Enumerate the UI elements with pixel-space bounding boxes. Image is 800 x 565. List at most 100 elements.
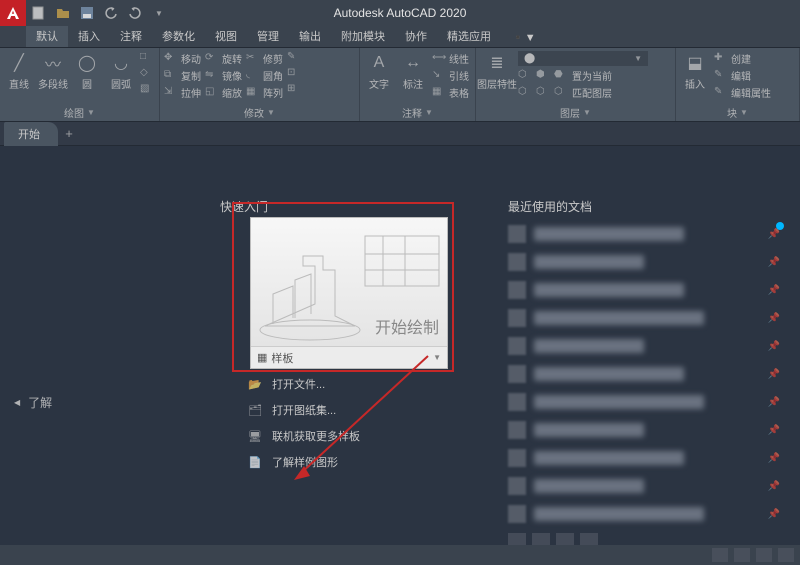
template-selector[interactable]: ▦样板 ▼ <box>251 346 447 368</box>
ribbon-tab-featured[interactable]: 精选应用 <box>437 25 501 47</box>
quickstart-links: 📂打开文件... 🗂打开图纸集... 🖥联机获取更多样板 📄了解样例图形 <box>246 376 360 470</box>
panel-modify-title: 修改▼ <box>164 104 355 121</box>
draw-small-1[interactable]: □ <box>140 51 154 65</box>
status-menu-icon[interactable] <box>778 548 794 562</box>
learn-nav[interactable]: ◀ 了解 <box>14 394 52 411</box>
fillet-button[interactable]: ◟圆角 <box>246 68 283 83</box>
new-tab-button[interactable]: + <box>58 126 80 141</box>
list-item[interactable]: 📌 <box>508 393 780 411</box>
dimension-button[interactable]: ↔标注 <box>398 51 428 91</box>
modify-ex2[interactable]: ⊡ <box>287 67 301 81</box>
list-item[interactable]: 📌 <box>508 225 780 243</box>
ribbon-tab-more[interactable]: ▪️▼ <box>501 28 546 47</box>
circle-button[interactable]: ◯圆 <box>72 51 102 91</box>
rotate-button[interactable]: ⟳旋转 <box>205 51 242 66</box>
folder-icon: 📂 <box>246 377 264 391</box>
pin-icon[interactable]: 📌 <box>768 341 780 352</box>
ribbon-tab-parametric[interactable]: 参数化 <box>152 25 205 47</box>
draw-small-3[interactable]: ▧ <box>140 83 154 97</box>
pin-icon[interactable]: 📌 <box>768 509 780 520</box>
modify-ex3[interactable]: ⊞ <box>287 83 301 97</box>
list-item[interactable]: 📌 <box>508 337 780 355</box>
list-item[interactable]: 📌 <box>508 365 780 383</box>
title-bar: ▼ Autodesk AutoCAD 2020 <box>0 0 800 26</box>
list-item[interactable]: 📌 <box>508 505 780 523</box>
status-icon[interactable] <box>712 548 728 562</box>
undo-icon[interactable] <box>102 4 120 22</box>
layer-ex6[interactable]: ⬡ <box>554 85 568 100</box>
edit-block-button[interactable]: ✎编辑 <box>714 68 771 83</box>
open-sheetset-link[interactable]: 🗂打开图纸集... <box>246 402 360 418</box>
start-drawing-card[interactable]: 开始绘制 ▦样板 ▼ <box>250 217 448 369</box>
card-image: 开始绘制 <box>251 218 447 346</box>
ribbon-tab-annotate[interactable]: 注释 <box>110 25 152 47</box>
pin-icon[interactable]: 📌 <box>768 257 780 268</box>
layer-ex3[interactable]: ⬣ <box>554 68 568 83</box>
ribbon-tab-view[interactable]: 视图 <box>205 25 247 47</box>
mirror-button[interactable]: ⇋镜像 <box>205 68 242 83</box>
stretch-button[interactable]: ⇲拉伸 <box>164 85 201 100</box>
ribbon-tab-insert[interactable]: 插入 <box>68 25 110 47</box>
open-file-icon[interactable] <box>54 4 72 22</box>
create-block-button[interactable]: ✚创建 <box>714 51 771 66</box>
pin-icon[interactable]: 📌 <box>768 369 780 380</box>
ribbon-tab-default[interactable]: 默认 <box>26 25 68 47</box>
list-item[interactable]: 📌 <box>508 421 780 439</box>
edit-attr-button[interactable]: ✎编辑属性 <box>714 85 771 100</box>
status-icon[interactable] <box>734 548 750 562</box>
table-button[interactable]: ▦表格 <box>432 85 469 100</box>
list-item[interactable]: 📌 <box>508 281 780 299</box>
get-templates-link[interactable]: 🖥联机获取更多样板 <box>246 428 360 444</box>
pin-icon[interactable]: 📌 <box>768 453 780 464</box>
move-button[interactable]: ✥移动 <box>164 51 201 66</box>
array-button[interactable]: ▦阵列 <box>246 85 283 100</box>
list-item[interactable]: 📌 <box>508 309 780 327</box>
pin-icon[interactable]: 📌 <box>768 481 780 492</box>
open-file-link[interactable]: 📂打开文件... <box>246 376 360 392</box>
new-file-icon[interactable] <box>30 4 48 22</box>
panel-layer: ≣图层特性 ⬤▼ ⬡ ⬢ ⬣ 置为当前 ⬡ ⬡ ⬡ 匹配图层 图层▼ <box>476 48 676 121</box>
qat-dropdown-icon[interactable]: ▼ <box>150 4 168 22</box>
insert-block-button[interactable]: ⬓插入 <box>680 51 710 91</box>
template-dropdown-icon: ▼ <box>433 353 441 362</box>
copy-button[interactable]: ⧉复制 <box>164 68 201 83</box>
template-icon: ▦ <box>257 351 267 364</box>
list-item[interactable]: 📌 <box>508 253 780 271</box>
layer-ex5[interactable]: ⬡ <box>536 85 550 100</box>
pin-icon[interactable]: 📌 <box>768 397 780 408</box>
ribbon-tab-output[interactable]: 输出 <box>289 25 331 47</box>
match-layer-button[interactable]: 匹配图层 <box>572 85 612 100</box>
layer-props-button[interactable]: ≣图层特性 <box>480 51 514 91</box>
text-button[interactable]: A文字 <box>364 51 394 91</box>
autocad-logo-icon <box>0 0 26 26</box>
arc-button[interactable]: ◡圆弧 <box>106 51 136 91</box>
pin-icon[interactable]: 📌 <box>768 313 780 324</box>
linear-button[interactable]: ⟷线性 <box>432 51 469 66</box>
polyline-button[interactable]: 〰多段线 <box>38 51 68 91</box>
pin-icon[interactable]: 📌 <box>768 229 780 240</box>
quick-access-toolbar: ▼ <box>30 4 168 22</box>
list-item[interactable]: 📌 <box>508 477 780 495</box>
start-tab[interactable]: 开始 <box>4 122 58 146</box>
layer-selector[interactable]: ⬤▼ <box>518 51 648 66</box>
ribbon-tab-manage[interactable]: 管理 <box>247 25 289 47</box>
scale-button[interactable]: ◱缩放 <box>205 85 242 100</box>
sample-drawings-link[interactable]: 📄了解样例图形 <box>246 454 360 470</box>
ribbon-tab-collaborate[interactable]: 协作 <box>395 25 437 47</box>
pin-icon[interactable]: 📌 <box>768 285 780 296</box>
ribbon-tab-addins[interactable]: 附加模块 <box>331 25 395 47</box>
leader-button[interactable]: ↘引线 <box>432 68 469 83</box>
layer-ex2[interactable]: ⬢ <box>536 68 550 83</box>
save-icon[interactable] <box>78 4 96 22</box>
layer-ex1[interactable]: ⬡ <box>518 68 532 83</box>
layer-ex4[interactable]: ⬡ <box>518 85 532 100</box>
pin-icon[interactable]: 📌 <box>768 425 780 436</box>
trim-button[interactable]: ✂修剪 <box>246 51 283 66</box>
redo-icon[interactable] <box>126 4 144 22</box>
draw-small-2[interactable]: ◇ <box>140 67 154 81</box>
line-button[interactable]: ╱直线 <box>4 51 34 91</box>
modify-ex1[interactable]: ✎ <box>287 51 301 65</box>
make-current-button[interactable]: 置为当前 <box>572 68 612 83</box>
list-item[interactable]: 📌 <box>508 449 780 467</box>
status-icon[interactable] <box>756 548 772 562</box>
